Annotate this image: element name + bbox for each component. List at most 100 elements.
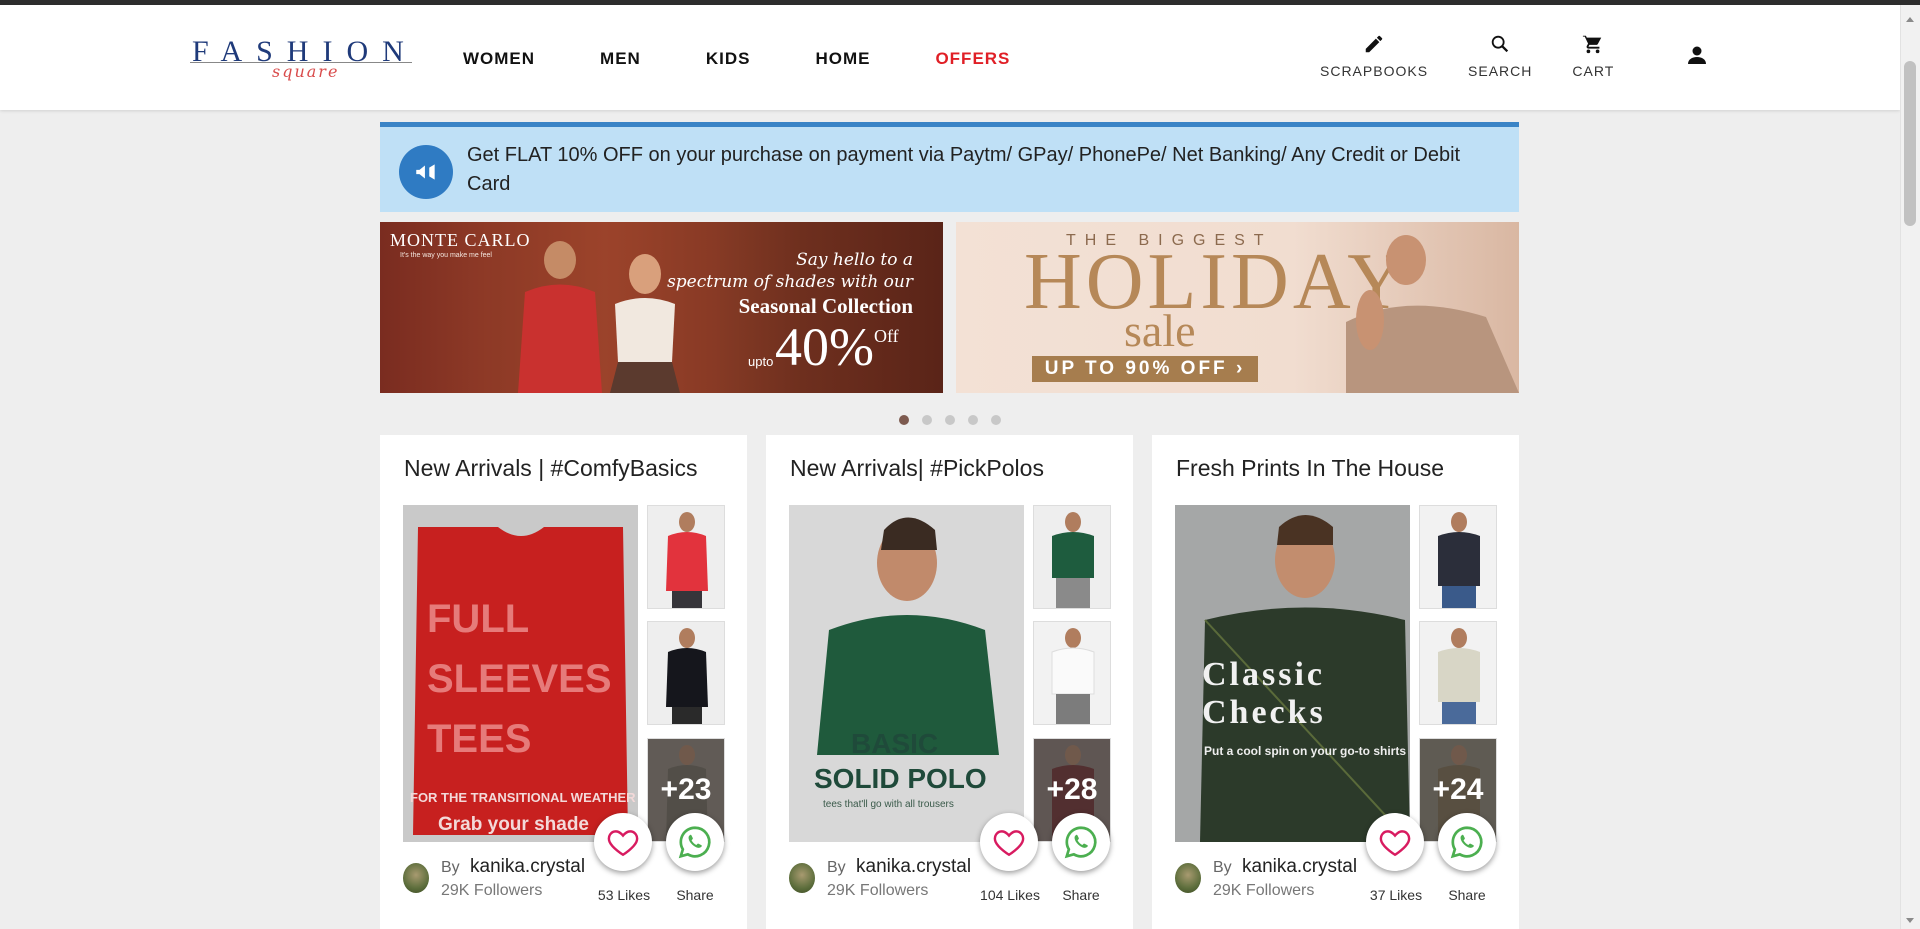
by-label: By — [827, 859, 846, 876]
likes-count: 37 Likes — [1369, 887, 1423, 903]
card-thumb[interactable] — [1033, 621, 1111, 725]
card-title[interactable]: Fresh Prints In The House — [1176, 455, 1444, 482]
user-icon[interactable] — [1685, 43, 1709, 67]
offer-text: Get FLAT 10% OFF on your purchase on pay… — [467, 144, 1461, 195]
search-label: SEARCH — [1468, 63, 1533, 79]
main-image-cta: Grab your shade — [438, 814, 589, 835]
carousel-dots — [899, 415, 1014, 425]
whatsapp-icon — [1064, 826, 1097, 859]
followers-count: 29K Followers — [827, 882, 929, 899]
scroll-up-arrow[interactable] — [1906, 17, 1914, 22]
heart-icon — [993, 830, 1025, 857]
main-image-line-3: TEES — [427, 717, 531, 761]
main-image-line-1: Classic — [1202, 656, 1325, 693]
promo-sale: sale — [1124, 305, 1196, 356]
main-image-caption: FOR THE TRANSITIONAL WEATHER — [410, 790, 636, 805]
author-name[interactable]: kanika.crystal — [856, 856, 971, 878]
likes-count: 104 Likes — [980, 887, 1040, 903]
carousel-dot-2[interactable] — [922, 415, 932, 425]
whatsapp-share-button[interactable] — [1438, 813, 1496, 871]
avatar[interactable] — [789, 863, 815, 893]
like-button[interactable] — [1366, 813, 1424, 871]
promo-banner-monte-carlo[interactable]: MONTE CARLO It's the way you make me fee… — [380, 222, 943, 393]
model-image — [1346, 235, 1519, 393]
search-icon — [1491, 35, 1509, 53]
scrapbooks-button[interactable]: SCRAPBOOKS — [1320, 33, 1428, 79]
cart-button[interactable]: CART — [1572, 33, 1614, 79]
promo-off: Off — [874, 326, 899, 346]
main-image-caption: tees that'll go with all trousers — [823, 799, 954, 810]
share-label: Share — [1448, 887, 1486, 903]
whatsapp-icon — [678, 826, 711, 859]
heart-icon — [1379, 830, 1411, 857]
promo-percent: 40% — [775, 317, 874, 377]
nav-offers[interactable]: OFFERS — [935, 49, 1010, 69]
pencil-icon — [1365, 35, 1383, 53]
cart-label: CART — [1572, 63, 1615, 79]
main-image-line-1: FULL — [427, 597, 529, 641]
like-button[interactable] — [980, 813, 1038, 871]
nav-kids[interactable]: KIDS — [706, 49, 751, 69]
nav-men[interactable]: MEN — [600, 49, 641, 69]
scroll-thumb[interactable] — [1904, 61, 1916, 226]
scrapbook-card[interactable]: Fresh Prints In The House Classic Checks… — [1152, 435, 1519, 929]
card-thumb[interactable] — [1419, 621, 1497, 725]
cart-icon — [1583, 34, 1602, 54]
likes-count: 53 Likes — [597, 887, 651, 903]
author-name[interactable]: kanika.crystal — [1242, 856, 1357, 878]
by-label: By — [441, 859, 460, 876]
scroll-down-arrow[interactable] — [1906, 918, 1914, 923]
main-image-line-1: BASIC — [851, 728, 938, 759]
whatsapp-icon — [1450, 826, 1483, 859]
card-thumb[interactable] — [1033, 505, 1111, 609]
site-header: FASHION square WOMEN MEN KIDS HOME OFFER… — [0, 5, 1900, 110]
main-image-line-2: Checks — [1202, 694, 1326, 731]
followers-count: 29K Followers — [1213, 882, 1315, 899]
main-nav: WOMEN MEN KIDS HOME OFFERS — [463, 49, 1075, 69]
card-title[interactable]: New Arrivals| #PickPolos — [790, 455, 1044, 482]
card-title[interactable]: New Arrivals | #ComfyBasics — [404, 455, 698, 482]
main-image-caption: Put a cool spin on your go-to shirts — [1204, 744, 1406, 758]
carousel-dot-4[interactable] — [968, 415, 978, 425]
promo-brand-tagline: It's the way you make me feel — [400, 252, 492, 259]
by-label: By — [1213, 859, 1232, 876]
promo-line-3: Seasonal Collection — [738, 294, 913, 318]
promo-upto: upto — [748, 354, 774, 369]
carousel-dot-5[interactable] — [991, 415, 1001, 425]
scrapbooks-label: SCRAPBOOKS — [1320, 63, 1429, 79]
carousel-dot-3[interactable] — [945, 415, 955, 425]
avatar[interactable] — [1175, 863, 1201, 893]
author-name[interactable]: kanika.crystal — [470, 856, 585, 878]
nav-home[interactable]: HOME — [815, 49, 870, 69]
followers-count: 29K Followers — [441, 882, 543, 899]
card-main-image[interactable]: BASIC SOLID POLO tees that'll go with al… — [789, 505, 1024, 842]
scrapbook-card[interactable]: New Arrivals| #PickPolos BASIC SOLID POL… — [766, 435, 1133, 929]
header-actions: SCRAPBOOKS SEARCH CART — [1320, 33, 1654, 79]
promo-discount: UP TO 90% OFF › — [1032, 356, 1258, 382]
megaphone-icon — [399, 145, 453, 199]
card-main-image[interactable]: FULL SLEEVES TEES FOR THE TRANSITIONAL W… — [403, 505, 638, 842]
search-button[interactable]: SEARCH — [1468, 33, 1532, 79]
whatsapp-share-button[interactable] — [666, 813, 724, 871]
like-button[interactable] — [594, 813, 652, 871]
main-image-line-2: SOLID POLO — [814, 763, 987, 794]
carousel-dot-1[interactable] — [899, 415, 909, 425]
heart-icon — [607, 830, 639, 857]
card-thumb[interactable] — [1419, 505, 1497, 609]
main-image-line-2: SLEEVES — [427, 657, 612, 701]
page-scrollbar[interactable] — [1900, 5, 1920, 929]
nav-women[interactable]: WOMEN — [463, 49, 535, 69]
whatsapp-share-button[interactable] — [1052, 813, 1110, 871]
scrapbook-card[interactable]: New Arrivals | #ComfyBasics FULL SLEEVES… — [380, 435, 747, 929]
share-label: Share — [1062, 887, 1100, 903]
promo-banner-holiday-sale[interactable]: THE BIGGEST HOLIDAY sale UP TO 90% OFF › — [956, 222, 1519, 393]
promo-line-1: Say hello to a — [796, 250, 913, 270]
site-logo[interactable]: FASHION square — [190, 35, 415, 90]
avatar[interactable] — [403, 863, 429, 893]
offer-banner: Get FLAT 10% OFF on your purchase on pay… — [380, 122, 1519, 212]
card-thumb[interactable] — [647, 621, 725, 725]
logo-subtitle: square — [272, 62, 340, 81]
card-main-image[interactable]: Classic Checks Put a cool spin on your g… — [1175, 505, 1410, 842]
card-thumb[interactable] — [647, 505, 725, 609]
share-label: Share — [676, 887, 714, 903]
